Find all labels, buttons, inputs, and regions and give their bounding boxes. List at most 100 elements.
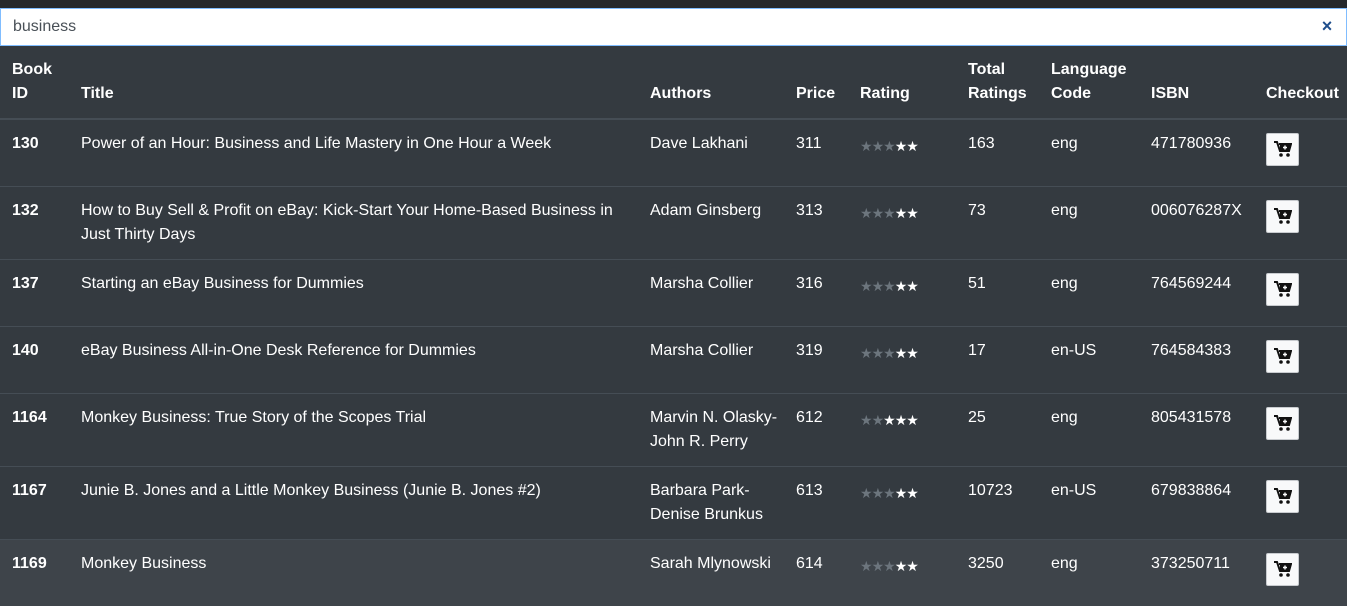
add-to-cart-button[interactable] (1266, 480, 1299, 513)
cart-plus-icon (1274, 561, 1292, 578)
book-language-code: en-US (1039, 327, 1139, 394)
star-icon: ★ (895, 205, 907, 221)
book-isbn: 373250711 (1139, 540, 1254, 606)
cart-plus-icon (1274, 281, 1292, 298)
cart-plus-icon (1274, 141, 1292, 158)
table-body: 130Power of an Hour: Business and Life M… (0, 119, 1347, 606)
star-icon: ★ (860, 485, 872, 501)
add-to-cart-button[interactable] (1266, 200, 1299, 233)
table-row[interactable]: 1169Monkey BusinessSarah Mlynowski614★★★… (0, 540, 1347, 606)
book-id: 130 (0, 119, 69, 187)
checkout-cell (1254, 119, 1347, 187)
column-header-checkout: Checkout (1254, 46, 1347, 119)
book-id: 132 (0, 187, 69, 260)
cart-plus-icon (1274, 415, 1292, 432)
add-to-cart-button[interactable] (1266, 553, 1299, 586)
book-price: 311 (784, 119, 848, 187)
book-title: eBay Business All-in-One Desk Reference … (69, 327, 638, 394)
book-id: 140 (0, 327, 69, 394)
star-icon: ★ (860, 205, 872, 221)
book-total-ratings: 163 (956, 119, 1039, 187)
book-title: How to Buy Sell & Profit on eBay: Kick-S… (69, 187, 638, 260)
book-authors: Marsha Collier (638, 260, 784, 327)
book-authors: Marvin N. Olasky-John R. Perry (638, 394, 784, 467)
checkout-cell (1254, 394, 1347, 467)
book-total-ratings: 73 (956, 187, 1039, 260)
close-icon[interactable]: × (1318, 17, 1336, 35)
column-header-title[interactable]: Title (69, 46, 638, 119)
table-row[interactable]: 1167Junie B. Jones and a Little Monkey B… (0, 467, 1347, 540)
book-title: Junie B. Jones and a Little Monkey Busin… (69, 467, 638, 540)
book-language-code: eng (1039, 119, 1139, 187)
book-isbn: 679838864 (1139, 467, 1254, 540)
column-header-authors[interactable]: Authors (638, 46, 784, 119)
book-authors: Marsha Collier (638, 327, 784, 394)
book-title: Monkey Business (69, 540, 638, 606)
column-header-rating[interactable]: Rating (848, 46, 956, 119)
star-icon: ★ (860, 412, 872, 428)
books-table: Book ID Title Authors Price Rating Total… (0, 46, 1347, 606)
column-header-language-code[interactable]: Language Code (1039, 46, 1139, 119)
book-price: 316 (784, 260, 848, 327)
add-to-cart-button[interactable] (1266, 133, 1299, 166)
cart-plus-icon (1274, 348, 1292, 365)
add-to-cart-button[interactable] (1266, 273, 1299, 306)
table-row[interactable]: 1164Monkey Business: True Story of the S… (0, 394, 1347, 467)
book-authors: Barbara Park-Denise Brunkus (638, 467, 784, 540)
top-bar (0, 0, 1347, 8)
cart-plus-icon (1274, 208, 1292, 225)
book-language-code: eng (1039, 540, 1139, 606)
book-total-ratings: 10723 (956, 467, 1039, 540)
column-header-price[interactable]: Price (784, 46, 848, 119)
book-id: 137 (0, 260, 69, 327)
star-rating: ★★★★★ (860, 554, 918, 578)
book-language-code: eng (1039, 260, 1139, 327)
star-icon: ★ (872, 278, 884, 294)
book-isbn: 764569244 (1139, 260, 1254, 327)
book-total-ratings: 3250 (956, 540, 1039, 606)
star-icon: ★ (860, 345, 872, 361)
star-icon: ★ (883, 278, 895, 294)
checkout-cell (1254, 540, 1347, 606)
book-authors: Adam Ginsberg (638, 187, 784, 260)
star-rating: ★★★★★ (860, 274, 918, 298)
star-icon: ★ (883, 485, 895, 501)
book-total-ratings: 17 (956, 327, 1039, 394)
book-id: 1167 (0, 467, 69, 540)
book-rating: ★★★★★ (848, 540, 956, 606)
book-price: 612 (784, 394, 848, 467)
star-icon: ★ (872, 138, 884, 154)
table-row[interactable]: 137Starting an eBay Business for Dummies… (0, 260, 1347, 327)
star-icon: ★ (872, 412, 884, 428)
book-id: 1164 (0, 394, 69, 467)
add-to-cart-button[interactable] (1266, 407, 1299, 440)
star-rating: ★★★★★ (860, 408, 918, 432)
star-icon: ★ (906, 345, 918, 361)
table-row[interactable]: 132How to Buy Sell & Profit on eBay: Kic… (0, 187, 1347, 260)
column-header-total-ratings[interactable]: Total Ratings (956, 46, 1039, 119)
checkout-cell (1254, 467, 1347, 540)
column-header-isbn[interactable]: ISBN (1139, 46, 1254, 119)
book-language-code: eng (1039, 187, 1139, 260)
book-language-code: eng (1039, 394, 1139, 467)
star-icon: ★ (872, 558, 884, 574)
checkout-cell (1254, 187, 1347, 260)
book-isbn: 006076287X (1139, 187, 1254, 260)
table-row[interactable]: 130Power of an Hour: Business and Life M… (0, 119, 1347, 187)
star-icon: ★ (883, 412, 895, 428)
search-input[interactable] (1, 9, 1301, 45)
star-icon: ★ (860, 278, 872, 294)
star-icon: ★ (895, 412, 907, 428)
checkout-cell (1254, 260, 1347, 327)
table-header-row: Book ID Title Authors Price Rating Total… (0, 46, 1347, 119)
book-price: 313 (784, 187, 848, 260)
cart-plus-icon (1274, 488, 1292, 505)
column-header-book-id[interactable]: Book ID (0, 46, 69, 119)
star-icon: ★ (895, 345, 907, 361)
table-row[interactable]: 140eBay Business All-in-One Desk Referen… (0, 327, 1347, 394)
add-to-cart-button[interactable] (1266, 340, 1299, 373)
checkout-cell (1254, 327, 1347, 394)
book-title: Power of an Hour: Business and Life Mast… (69, 119, 638, 187)
search-box: × (0, 8, 1347, 46)
star-icon: ★ (906, 485, 918, 501)
